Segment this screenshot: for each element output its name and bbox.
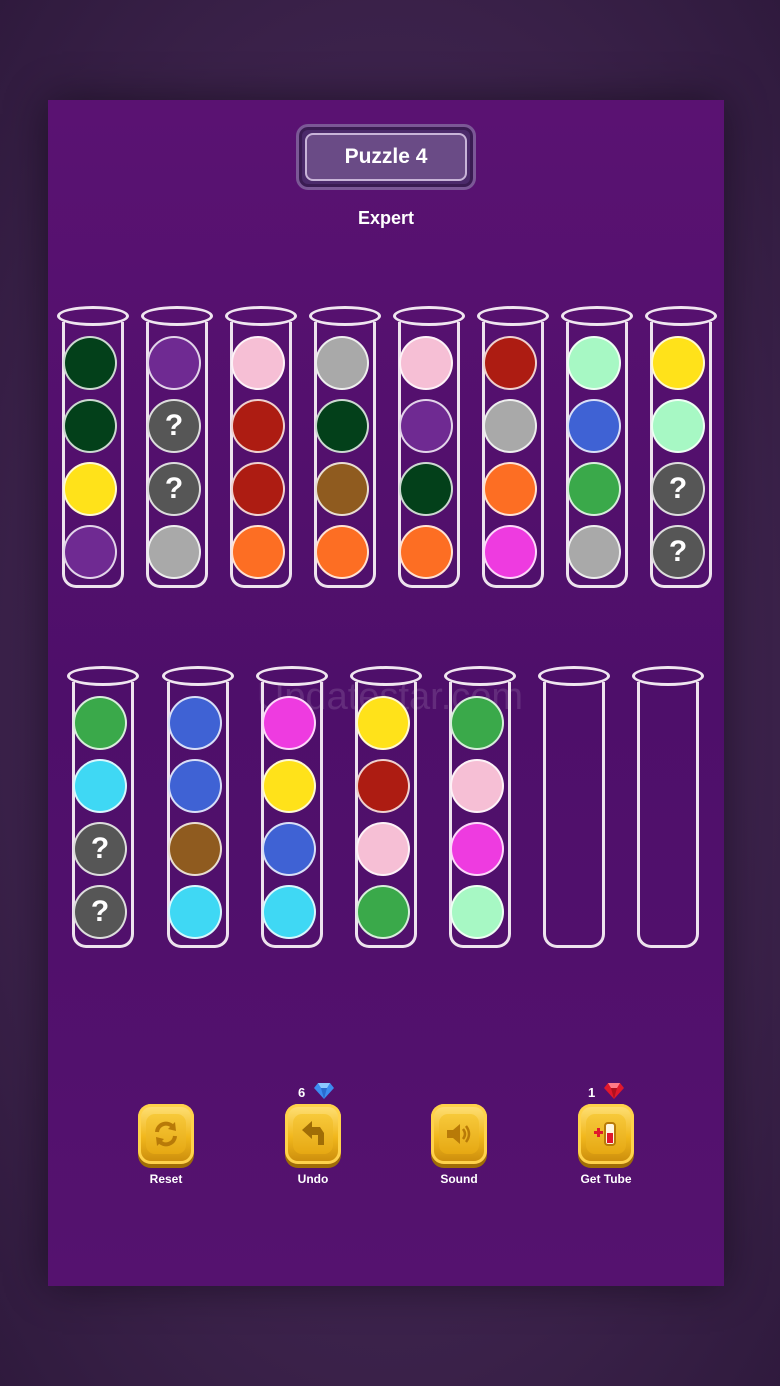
ball-orange[interactable] <box>399 525 453 579</box>
ball-pink[interactable] <box>450 759 504 813</box>
hidden-ball[interactable]: ? <box>73 822 127 876</box>
ball-green[interactable] <box>567 462 621 516</box>
ball-orange[interactable] <box>483 462 537 516</box>
add-tube-icon <box>594 1122 616 1146</box>
tube-rim <box>538 666 610 686</box>
ball-magenta[interactable] <box>483 525 537 579</box>
ball-magenta[interactable] <box>450 822 504 876</box>
tube-rim <box>256 666 328 686</box>
speaker-icon <box>447 1124 471 1144</box>
ball-dark-green[interactable] <box>63 336 117 390</box>
tube-15[interactable] <box>637 682 699 948</box>
ball-mint[interactable] <box>651 399 705 453</box>
tube-rim <box>162 666 234 686</box>
sound-label: Sound <box>440 1172 478 1186</box>
ball-mint[interactable] <box>450 885 504 939</box>
undo-icon <box>302 1121 324 1145</box>
undo-button[interactable] <box>285 1104 341 1164</box>
tube-rim <box>350 666 422 686</box>
undo-count: 6 <box>298 1085 306 1100</box>
ball-yellow[interactable] <box>356 696 410 750</box>
tube-rim <box>645 306 717 326</box>
ball-orange[interactable] <box>231 525 285 579</box>
tube-rim <box>561 306 633 326</box>
ball-yellow[interactable] <box>262 759 316 813</box>
ball-yellow[interactable] <box>651 336 705 390</box>
ball-cyan[interactable] <box>168 885 222 939</box>
get-tube-count: 1 <box>588 1085 596 1100</box>
tube-rim <box>632 666 704 686</box>
ball-blue[interactable] <box>262 822 316 876</box>
reset-button[interactable] <box>138 1104 194 1164</box>
get-tube-button[interactable] <box>578 1104 634 1164</box>
sound-button[interactable] <box>431 1104 487 1164</box>
ball-brown[interactable] <box>168 822 222 876</box>
tube-rim <box>67 666 139 686</box>
ball-red[interactable] <box>356 759 410 813</box>
difficulty-label: Expert <box>357 208 415 228</box>
ball-brown[interactable] <box>315 462 369 516</box>
ball-gray[interactable] <box>567 525 621 579</box>
tube-rim <box>141 306 213 326</box>
ball-dark-green[interactable] <box>63 399 117 453</box>
ball-gray[interactable] <box>483 399 537 453</box>
ball-mint[interactable] <box>567 336 621 390</box>
reset-label: Reset <box>149 1172 183 1186</box>
tube-rim <box>225 306 297 326</box>
ruby-icon <box>604 1083 624 1099</box>
ball-pink[interactable] <box>399 336 453 390</box>
ball-cyan[interactable] <box>73 759 127 813</box>
ball-purple[interactable] <box>399 399 453 453</box>
ball-green[interactable] <box>73 696 127 750</box>
refresh-icon <box>155 1121 177 1147</box>
ball-blue[interactable] <box>168 696 222 750</box>
hidden-ball[interactable]: ? <box>651 525 705 579</box>
ball-gray[interactable] <box>147 525 201 579</box>
ball-pink[interactable] <box>231 336 285 390</box>
ball-purple[interactable] <box>63 525 117 579</box>
ball-purple[interactable] <box>147 336 201 390</box>
tube-rim <box>393 306 465 326</box>
ball-cyan[interactable] <box>262 885 316 939</box>
ball-dark-green[interactable] <box>399 462 453 516</box>
hidden-ball[interactable]: ? <box>651 462 705 516</box>
page-title: Puzzle 4 <box>305 133 467 181</box>
undo-label: Undo <box>297 1172 329 1186</box>
get-tube-label: Get Tube <box>580 1172 632 1186</box>
tube-rim <box>477 306 549 326</box>
ball-dark-green[interactable] <box>315 399 369 453</box>
puzzle-title-banner: Puzzle 4 <box>296 124 476 190</box>
ball-blue[interactable] <box>567 399 621 453</box>
ball-gray[interactable] <box>315 336 369 390</box>
hidden-ball[interactable]: ? <box>73 885 127 939</box>
ball-red[interactable] <box>483 336 537 390</box>
ball-red[interactable] <box>231 462 285 516</box>
tube-14[interactable] <box>543 682 605 948</box>
gem-icon <box>314 1083 334 1099</box>
tube-rim <box>444 666 516 686</box>
ball-red[interactable] <box>231 399 285 453</box>
ball-yellow[interactable] <box>63 462 117 516</box>
ball-green[interactable] <box>450 696 504 750</box>
hidden-ball[interactable]: ? <box>147 462 201 516</box>
ball-pink[interactable] <box>356 822 410 876</box>
ball-green[interactable] <box>356 885 410 939</box>
tube-rim <box>57 306 129 326</box>
hidden-ball[interactable]: ? <box>147 399 201 453</box>
tube-rim <box>309 306 381 326</box>
ball-magenta[interactable] <box>262 696 316 750</box>
ball-orange[interactable] <box>315 525 369 579</box>
ball-blue[interactable] <box>168 759 222 813</box>
